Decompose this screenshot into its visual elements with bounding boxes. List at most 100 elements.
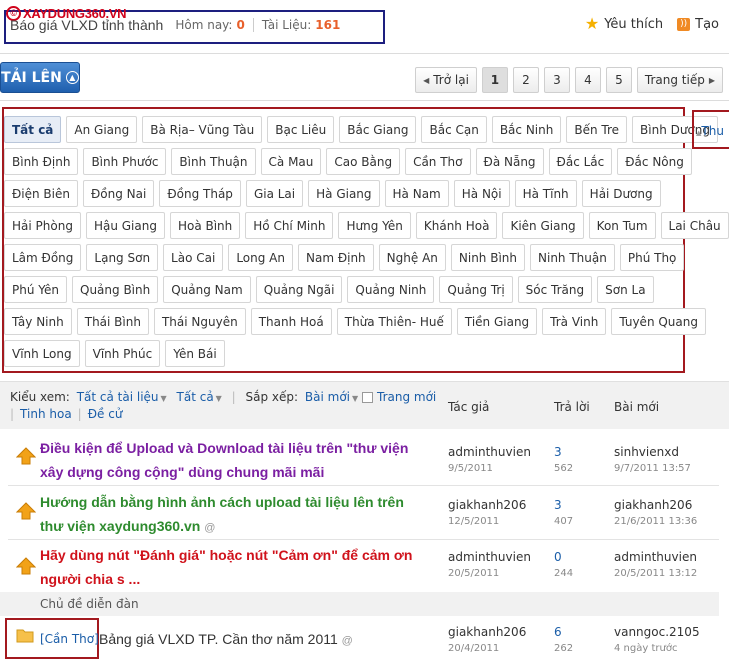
province-tag[interactable]: Vĩnh Phúc	[84, 340, 161, 367]
province-tag[interactable]: Bình Thuận	[171, 148, 256, 175]
province-tag[interactable]: Sơn La	[597, 276, 654, 303]
province-tag[interactable]: Hà Giang	[308, 180, 380, 207]
province-tag[interactable]: Ninh Thuận	[530, 244, 615, 271]
province-tag[interactable]: Hoà Bình	[169, 212, 241, 239]
province-tag[interactable]: Nam Định	[297, 244, 374, 271]
province-tag[interactable]: Sóc Trăng	[517, 276, 593, 303]
province-tag[interactable]: Trà Vinh	[542, 308, 607, 335]
province-tag[interactable]: Hà Tĩnh	[514, 180, 577, 207]
thread-last-user[interactable]: adminthuvien	[614, 550, 697, 564]
new-page-checkbox[interactable]	[362, 391, 373, 403]
thread-row[interactable]: Hãy dùng nút "Đánh giá" hoặc nút "Cảm ơn…	[0, 540, 719, 592]
province-tag[interactable]: Thừa Thiên- Huế	[336, 308, 452, 335]
pager-prev-button[interactable]: ◀ Trở lại	[415, 67, 477, 93]
province-tag[interactable]: Kon Tum	[588, 212, 656, 239]
province-tag[interactable]: Cà Mau	[260, 148, 322, 175]
thread-replies[interactable]: 6	[554, 625, 562, 639]
province-tag[interactable]: Thái Bình	[76, 308, 149, 335]
pager-page-1[interactable]: 1	[481, 67, 508, 93]
province-tag[interactable]: Bình Định	[4, 148, 79, 175]
sort-dropdown[interactable]: Bài mới ▼	[305, 390, 358, 404]
pager-page-3[interactable]: 3	[543, 67, 570, 93]
upload-button[interactable]: TẢI LÊN ▲	[0, 62, 80, 93]
thread-title[interactable]: Hướng dẫn bằng hình ảnh cách upload tài …	[40, 490, 430, 540]
province-tag[interactable]: Tây Ninh	[4, 308, 72, 335]
province-tag[interactable]: Bạc Liêu	[267, 116, 335, 143]
thread-author[interactable]: giakhanh206	[448, 498, 526, 512]
thread-author[interactable]: giakhanh206	[448, 625, 526, 639]
province-tag[interactable]: Quảng Bình	[72, 276, 159, 303]
pinned-filter-link[interactable]: Đề cử	[88, 407, 123, 421]
thread-prefix[interactable]: [Cần Thơ]	[40, 632, 99, 646]
province-tag[interactable]: Ninh Bình	[450, 244, 526, 271]
province-tag[interactable]: Nghệ An	[378, 244, 446, 271]
thread-row[interactable]: Điều kiện để Upload và Download tài liệu…	[0, 430, 719, 486]
province-tag[interactable]: Bắc Cạn	[421, 116, 487, 143]
thread-last-user[interactable]: sinhvienxd	[614, 445, 679, 459]
province-tag[interactable]: Đắc Nông	[617, 148, 692, 175]
thread-title[interactable]: Hãy dùng nút "Đánh giá" hoặc nút "Cảm ơn…	[40, 543, 430, 591]
province-tag[interactable]: Bà Rịa– Vũng Tàu	[142, 116, 263, 143]
province-tag[interactable]: Đồng Tháp	[159, 180, 241, 207]
thread-last-user[interactable]: giakhanh206	[614, 498, 692, 512]
province-tag[interactable]: Lai Châu	[660, 212, 729, 239]
province-tag[interactable]: Quảng Nam	[163, 276, 251, 303]
province-tag[interactable]: Gia Lai	[245, 180, 304, 207]
new-page-toggle[interactable]: Trang mới	[362, 390, 436, 404]
province-tag[interactable]: Thanh Hoá	[250, 308, 332, 335]
province-tag[interactable]: Hà Nội	[453, 180, 510, 207]
thread-author[interactable]: adminthuvien	[448, 445, 531, 459]
province-tag[interactable]: Hải Phòng	[4, 212, 81, 239]
province-tag[interactable]: Quảng Trị	[439, 276, 513, 303]
thread-title[interactable]: Điều kiện để Upload và Download tài liệu…	[40, 436, 430, 484]
province-tag[interactable]: Bình Phước	[83, 148, 167, 175]
province-tag[interactable]: Phú Thọ	[619, 244, 685, 271]
province-tag[interactable]: An Giang	[66, 116, 138, 143]
province-tag[interactable]: Vĩnh Long	[4, 340, 80, 367]
thread-title[interactable]: Bảng giá VLXD TP. Cần thơ năm 2011 @	[99, 631, 353, 647]
best-filter-link[interactable]: Tinh hoa	[20, 407, 72, 421]
province-tag[interactable]: Đắc Lắc	[548, 148, 613, 175]
pager-page-5[interactable]: 5	[605, 67, 632, 93]
province-tag[interactable]: Phú Yên	[4, 276, 67, 303]
province-tag[interactable]: Hải Dương	[581, 180, 661, 207]
scope-dropdown[interactable]: Tất cả ▼	[177, 390, 222, 404]
province-tag[interactable]: Tuyên Quang	[611, 308, 706, 335]
province-tag[interactable]: Hưng Yên	[338, 212, 411, 239]
thread-replies[interactable]: 3	[554, 445, 562, 459]
province-tag[interactable]: Cao Bằng	[326, 148, 401, 175]
province-tag[interactable]: Yên Bái	[165, 340, 225, 367]
province-tag[interactable]: Lào Cai	[163, 244, 224, 271]
province-tag[interactable]: Quảng Ninh	[347, 276, 435, 303]
province-tag[interactable]: Tất cả	[4, 116, 62, 143]
province-tag[interactable]: Lạng Sơn	[86, 244, 159, 271]
province-tag[interactable]: Hồ Chí Minh	[245, 212, 334, 239]
province-tag[interactable]: Đồng Nai	[83, 180, 155, 207]
province-tag[interactable]: Long An	[228, 244, 293, 271]
pager-page-2[interactable]: 2	[512, 67, 539, 93]
thread-last-user[interactable]: vanngoc.2105	[614, 625, 700, 639]
province-tag[interactable]: Cần Thơ	[405, 148, 471, 175]
province-tag[interactable]: Bắc Ninh	[491, 116, 562, 143]
province-tag[interactable]: Quảng Ngãi	[255, 276, 343, 303]
thread-replies[interactable]: 0	[554, 550, 562, 564]
province-tag[interactable]: Bắc Giang	[339, 116, 417, 143]
province-tag[interactable]: Đà Nẵng	[475, 148, 544, 175]
province-tag[interactable]: Kiên Giang	[502, 212, 584, 239]
province-tag[interactable]: Thái Nguyên	[153, 308, 246, 335]
province-tag[interactable]: Bến Tre	[566, 116, 628, 143]
province-tag[interactable]: Khánh Hoà	[415, 212, 498, 239]
thread-row[interactable]: Hướng dẫn bằng hình ảnh cách upload tài …	[0, 486, 719, 540]
province-tag[interactable]: Lâm Đồng	[4, 244, 82, 271]
thread-author[interactable]: adminthuvien	[448, 550, 531, 564]
province-tag[interactable]: Hà Nam	[384, 180, 449, 207]
province-tag[interactable]: Hậu Giang	[85, 212, 165, 239]
create-link[interactable]: )) Tạo	[677, 17, 719, 32]
province-tag[interactable]: Tiền Giang	[456, 308, 538, 335]
pager-page-4[interactable]: 4	[574, 67, 601, 93]
favorite-link[interactable]: ★ Yêu thích	[585, 16, 663, 32]
thread-replies[interactable]: 3	[554, 498, 562, 512]
collapse-tags-link[interactable]: ▲Thu	[696, 124, 724, 138]
view-dropdown[interactable]: Tất cả tài liệu ▼	[77, 390, 167, 404]
pager-next-button[interactable]: Trang tiếp ▶	[636, 67, 723, 93]
